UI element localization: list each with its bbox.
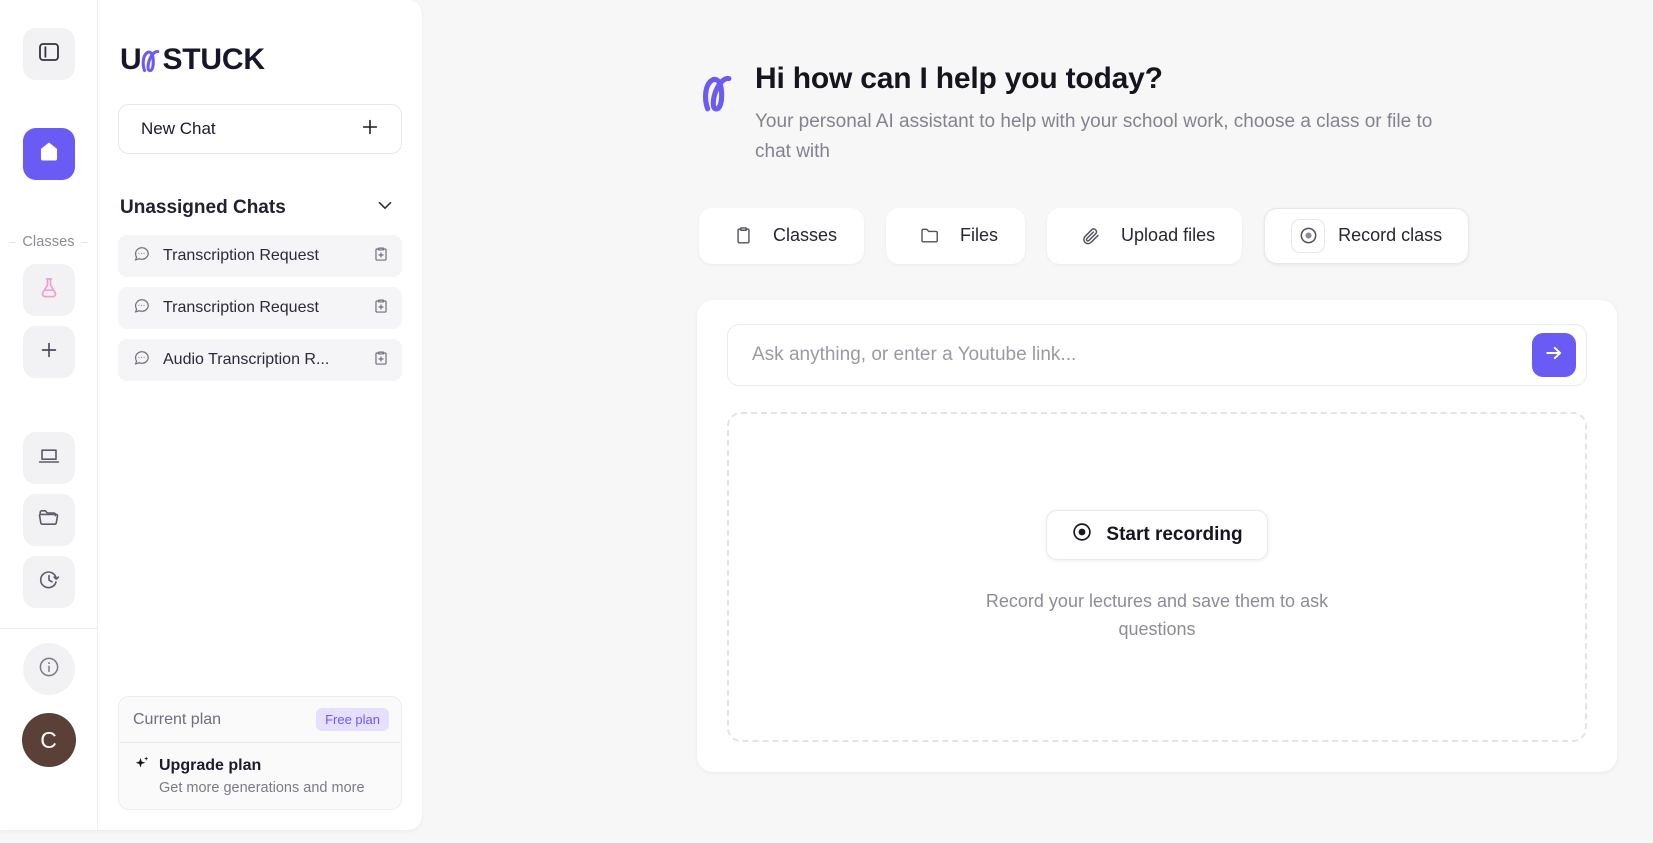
classes-section-label: Classes [0,234,97,250]
avatar-initial: C [40,726,57,753]
upgrade-plan-title: Upgrade plan [159,756,262,774]
chat-panel: U STUCK New Chat Unassigned Chats Transc… [98,0,422,830]
quick-actions: Classes Files Upload files Record class [697,207,1617,264]
upgrade-plan-subtitle: Get more generations and more [159,780,365,796]
panel-left-icon [37,40,61,69]
divider-right [80,241,88,243]
list-item-label: Transcription Request [163,247,319,264]
laptop-icon [37,444,61,473]
start-recording-button[interactable]: Start recording [1046,509,1268,560]
sidebar: Classes C U STUCK New Chat Unassigned Ch… [0,0,422,830]
unstuck-loop-mark-icon [138,45,164,75]
folder-icon [913,219,947,253]
page-title: Hi how can I help you today? [755,62,1163,95]
add-class-button[interactable] [22,326,75,378]
paperclip-icon [1074,219,1108,253]
info-button[interactable] [22,643,75,695]
record-class-button[interactable]: Record class [1264,207,1470,264]
list-item-label: Audio Transcription R... [163,351,330,368]
record-dropzone[interactable]: Start recording Record your lectures and… [727,411,1587,742]
page-subtitle: Your personal AI assistant to help with … [755,111,1433,163]
upgrade-plan-top: Upgrade plan [133,754,387,777]
upload-files-button[interactable]: Upload files [1047,207,1243,264]
sparkles-icon [133,754,151,777]
brand-logo: U STUCK [118,0,402,86]
home-icon [36,139,62,170]
clipboard-plus-icon[interactable] [372,349,390,372]
composer-input-wrap [727,323,1587,386]
search-input[interactable] [752,343,1520,366]
clipboard-plus-icon[interactable] [372,245,390,268]
record-circle-icon [1071,521,1093,549]
upgrade-plan-button[interactable]: Upgrade plan Get more generations and mo… [119,743,401,809]
panel-spacer [118,391,402,696]
chat-bubble-icon [132,348,151,372]
record-class-button-label: Record class [1338,225,1443,246]
record-circle-icon [1291,218,1326,253]
status-badge: Free plan [316,708,389,731]
start-recording-label: Start recording [1106,523,1243,545]
files-button-label: Files [960,225,999,246]
list-item[interactable]: Transcription Request [118,235,402,277]
info-icon [37,655,61,684]
sidebar-toggle-button[interactable] [22,28,75,80]
upload-files-button-label: Upload files [1121,225,1216,246]
brand-suffix: STUCK [162,43,265,76]
clock-history-icon [37,568,61,597]
record-hint-text: Record your lectures and save them to as… [985,590,1329,639]
divider-left [9,241,17,243]
classes-button[interactable]: Classes [699,207,865,264]
rail-divider [0,628,97,629]
unassigned-chats-header[interactable]: Unassigned Chats [118,194,402,221]
sidebar-item-device[interactable] [22,432,75,484]
plus-icon [38,339,60,366]
app-root: Classes C U STUCK New Chat Unassigned Ch… [0,0,1653,843]
avatar[interactable]: C [21,713,76,767]
sidebar-item-class-chemistry[interactable] [22,264,75,316]
icon-rail: Classes C [0,0,98,830]
unstuck-loop-mark-icon [697,68,739,121]
sidebar-item-history[interactable] [22,556,75,608]
chevron-down-icon[interactable] [374,194,396,221]
current-plan-row: Current plan Free plan [119,697,401,743]
greeting: Hi how can I help you today? Your person… [697,62,1617,168]
main-inner: Hi how can I help you today? Your person… [697,62,1617,772]
chat-bubble-icon [132,244,151,268]
list-item[interactable]: Transcription Request [118,287,402,329]
current-plan-label: Current plan [133,710,222,728]
clipboard-icon [726,219,760,253]
classes-label-text: Classes [22,234,75,250]
chat-bubble-icon [132,296,151,320]
sidebar-item-home[interactable] [22,128,75,180]
greeting-text-block: Hi how can I help you today? Your person… [755,62,1455,168]
unassigned-chats-title: Unassigned Chats [120,196,286,218]
list-item-label: Transcription Request [163,299,319,316]
brand-wordmark: U STUCK [120,43,265,77]
flask-icon [37,276,61,305]
plan-card: Current plan Free plan Upgrade plan Get … [118,696,402,810]
new-chat-label: New Chat [141,119,216,138]
folder-icon [37,506,61,535]
composer-card: Start recording Record your lectures and… [697,299,1617,772]
sidebar-item-files[interactable] [22,494,75,546]
send-button[interactable] [1532,332,1576,377]
new-chat-button[interactable]: New Chat [118,104,402,154]
classes-button-label: Classes [773,225,838,246]
list-item[interactable]: Audio Transcription R... [118,339,402,381]
plus-icon [359,116,381,143]
clipboard-plus-icon[interactable] [372,297,390,320]
main-content: Hi how can I help you today? Your person… [422,0,1653,843]
arrow-right-icon [1543,342,1565,367]
files-button[interactable]: Files [886,207,1026,264]
